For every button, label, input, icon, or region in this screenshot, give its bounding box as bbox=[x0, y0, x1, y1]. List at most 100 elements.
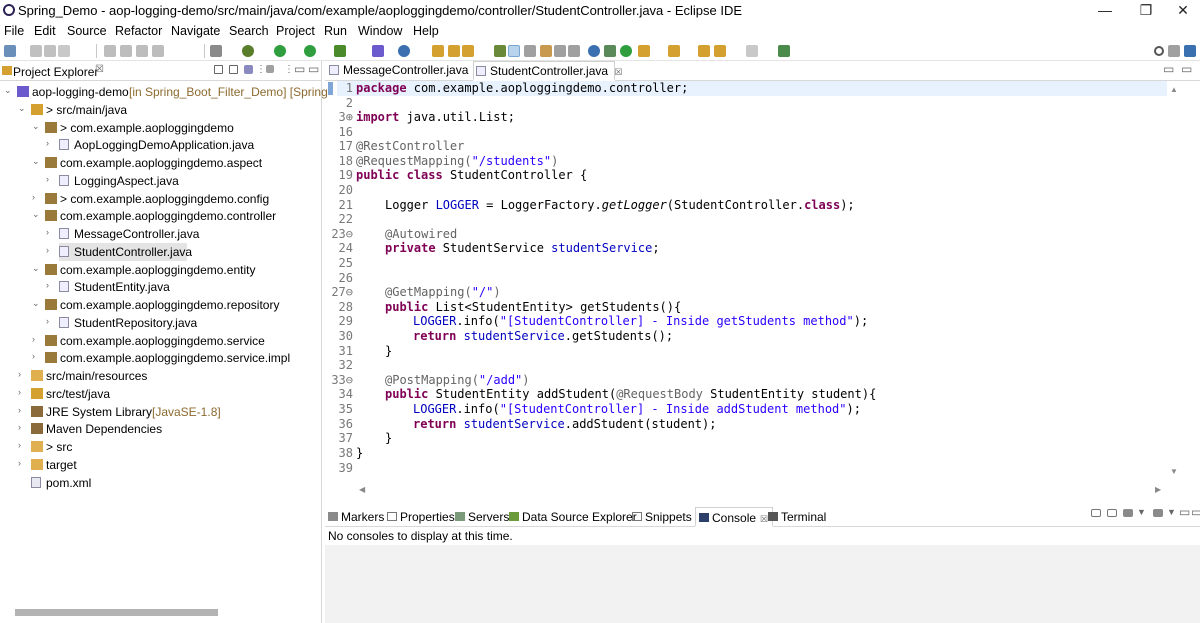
tree-item[interactable]: ⌄ com.example.aoploggingdemo.controller bbox=[0, 207, 320, 225]
tree-item[interactable]: › target bbox=[0, 456, 320, 474]
word-wrap-icon[interactable] bbox=[540, 45, 552, 57]
chevron-down-icon[interactable]: ⌄ bbox=[4, 85, 14, 96]
chevron-down-icon[interactable]: ▼ bbox=[1137, 507, 1146, 517]
menu-navigate[interactable]: Navigate bbox=[171, 24, 220, 38]
chevron-down-icon[interactable]: ▼ bbox=[1167, 507, 1176, 517]
tree-item[interactable]: › > src bbox=[0, 438, 320, 456]
open-task-icon[interactable] bbox=[448, 45, 460, 57]
chevron-right-icon[interactable]: › bbox=[46, 138, 56, 148]
menu-file[interactable]: File bbox=[4, 24, 24, 38]
previous-annotation-icon[interactable] bbox=[668, 45, 680, 57]
boot-dashboard-icon[interactable] bbox=[620, 45, 632, 57]
chevron-down-icon[interactable]: ⌄ bbox=[32, 263, 42, 274]
menu-project[interactable]: Project bbox=[276, 24, 315, 38]
chevron-right-icon[interactable]: › bbox=[46, 245, 56, 255]
external-tools-icon[interactable] bbox=[334, 45, 346, 57]
search-icon[interactable] bbox=[1154, 46, 1164, 56]
run-icon[interactable] bbox=[274, 45, 286, 57]
tree-item[interactable]: › com.example.aoploggingdemo.service bbox=[0, 332, 320, 350]
menu-edit[interactable]: Edit bbox=[34, 24, 56, 38]
tree-item[interactable]: › MessageController.java bbox=[0, 225, 320, 243]
chevron-down-icon[interactable]: ⌄ bbox=[18, 103, 28, 114]
tree-item[interactable]: ⌄ com.example.aoploggingdemo.aspect bbox=[0, 154, 320, 172]
maximize-view-icon[interactable]: ▭ bbox=[1191, 505, 1200, 519]
tab-servers[interactable]: Servers bbox=[455, 510, 509, 524]
tree-item[interactable]: › com.example.aoploggingdemo.service.impl bbox=[0, 349, 320, 367]
tab-student-controller[interactable]: StudentController.java ☒ bbox=[473, 61, 623, 81]
focus-icon[interactable] bbox=[266, 65, 274, 73]
tree-item[interactable]: › AopLoggingDemoApplication.java bbox=[0, 136, 320, 154]
block-selection-icon[interactable] bbox=[524, 45, 536, 57]
view-menu-icon[interactable] bbox=[1153, 509, 1163, 517]
java-perspective-icon[interactable] bbox=[1184, 45, 1196, 57]
chevron-right-icon[interactable]: › bbox=[18, 405, 28, 415]
annotation-icon[interactable] bbox=[494, 45, 506, 57]
tree-item[interactable]: › Maven Dependencies bbox=[0, 420, 320, 438]
search-toolbar-icon[interactable] bbox=[462, 45, 474, 57]
new-java-project-icon[interactable] bbox=[372, 45, 384, 57]
link-with-editor-icon[interactable] bbox=[229, 65, 238, 74]
close-tab-icon[interactable]: ☒ bbox=[614, 67, 622, 77]
tree-item[interactable]: ⌄ aop-logging-demo [in Spring_Boot_Filter… bbox=[0, 83, 328, 101]
chevron-down-icon[interactable]: ⌄ bbox=[32, 298, 42, 309]
tree-item[interactable]: ⌄ com.example.aoploggingdemo.entity bbox=[0, 261, 320, 279]
menu-source[interactable]: Source bbox=[67, 24, 107, 38]
last-edit-icon[interactable] bbox=[698, 45, 710, 57]
toggle-mark-occurrences-icon[interactable] bbox=[508, 45, 520, 57]
maximize-editor-icon[interactable]: ▭ bbox=[1181, 62, 1192, 76]
scroll-right-icon[interactable]: ▶ bbox=[1155, 485, 1161, 494]
open-perspective-icon[interactable] bbox=[1168, 45, 1180, 57]
close-tab-icon[interactable]: ☒ bbox=[760, 514, 768, 524]
tab-message-controller[interactable]: MessageController.java bbox=[327, 61, 472, 81]
open-console-icon[interactable] bbox=[1123, 509, 1133, 517]
display-console-icon[interactable] bbox=[1091, 509, 1101, 517]
chevron-right-icon[interactable]: › bbox=[46, 174, 56, 184]
project-explorer-tab[interactable]: Project Explorer ☒ ⋮ ⋮ ▭ ▭ bbox=[0, 61, 322, 81]
chevron-right-icon[interactable]: › bbox=[32, 192, 42, 202]
save-all-icon[interactable] bbox=[44, 45, 56, 57]
resume-icon[interactable] bbox=[120, 45, 132, 57]
tree-item[interactable]: › LoggingAspect.java bbox=[0, 172, 320, 190]
tab-properties[interactable]: Properties bbox=[387, 510, 455, 524]
tree-item[interactable]: ⌄ com.example.aoploggingdemo.repository bbox=[0, 296, 320, 314]
tree-item[interactable]: › StudentController.java bbox=[46, 242, 192, 261]
suspend-icon[interactable] bbox=[136, 45, 148, 57]
editor-horizontal-scrollbar[interactable]: ◀ ▶ bbox=[355, 484, 1167, 498]
minimize-editor-icon[interactable]: ▭ bbox=[1163, 62, 1174, 76]
restore-button[interactable]: ❐ bbox=[1126, 2, 1166, 20]
chevron-right-icon[interactable]: › bbox=[46, 316, 56, 326]
collapse-all-icon[interactable] bbox=[214, 65, 223, 74]
skip-breakpoints-icon[interactable] bbox=[104, 45, 116, 57]
back-icon[interactable] bbox=[714, 45, 726, 57]
minimize-view-icon[interactable]: ▭ bbox=[294, 62, 305, 76]
save-icon[interactable] bbox=[30, 45, 42, 57]
forward-icon[interactable] bbox=[746, 45, 758, 57]
chevron-right-icon[interactable]: › bbox=[18, 422, 28, 432]
terminate-icon[interactable] bbox=[152, 45, 164, 57]
next-annotation-icon[interactable] bbox=[638, 45, 650, 57]
pilcrow-icon[interactable] bbox=[568, 45, 580, 57]
menu-search[interactable]: Search bbox=[229, 24, 269, 38]
editor-vertical-scrollbar[interactable]: ▲ ▼ bbox=[1167, 81, 1181, 481]
tab-data-source-explorer[interactable]: Data Source Explorer bbox=[509, 510, 637, 524]
tree-item[interactable]: pom.xml bbox=[0, 474, 320, 492]
chevron-right-icon[interactable]: › bbox=[18, 440, 28, 450]
new-icon[interactable] bbox=[4, 45, 16, 57]
debug-icon[interactable] bbox=[242, 45, 254, 57]
tree-item[interactable]: › StudentEntity.java bbox=[0, 278, 320, 296]
chevron-right-icon[interactable]: › bbox=[32, 351, 42, 361]
tab-markers[interactable]: Markers bbox=[328, 510, 384, 524]
close-window-button[interactable]: ✕ bbox=[1163, 2, 1200, 20]
filter-icon[interactable] bbox=[244, 65, 253, 74]
chevron-right-icon[interactable]: › bbox=[18, 369, 28, 379]
chevron-right-icon[interactable]: › bbox=[18, 458, 28, 468]
pin-console-icon[interactable] bbox=[1107, 509, 1117, 517]
tree-item[interactable]: › StudentRepository.java bbox=[0, 314, 320, 332]
print-icon[interactable] bbox=[58, 45, 70, 57]
menu-run[interactable]: Run bbox=[324, 24, 347, 38]
chevron-down-icon[interactable]: ⌄ bbox=[32, 209, 42, 220]
menu-window[interactable]: Window bbox=[358, 24, 402, 38]
chevron-right-icon[interactable]: › bbox=[46, 227, 56, 237]
web-browser-icon[interactable] bbox=[588, 45, 600, 57]
tab-terminal[interactable]: Terminal bbox=[768, 510, 826, 524]
